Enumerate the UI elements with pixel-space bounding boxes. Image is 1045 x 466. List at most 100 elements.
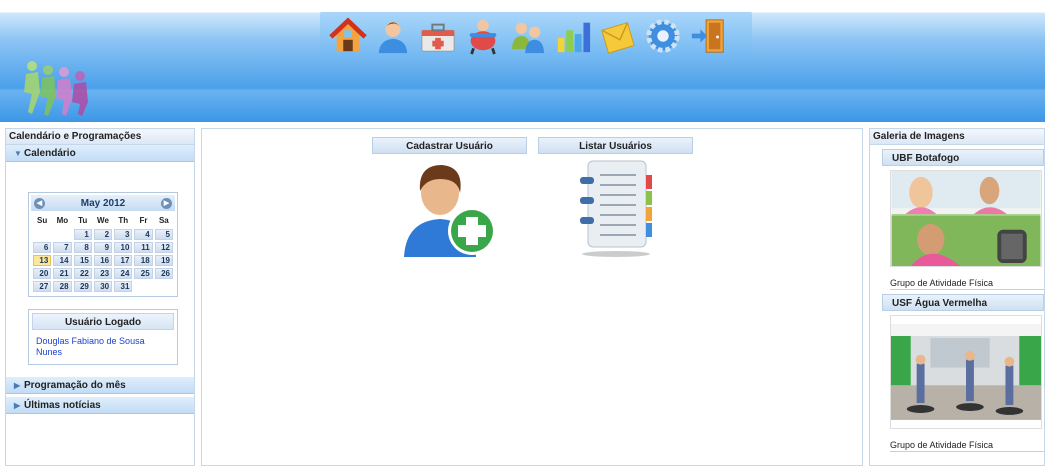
programacao-accordion-header[interactable]: ▶ Programação do mês: [6, 377, 194, 394]
calendar-day[interactable]: 25: [134, 268, 153, 279]
register-user-action: Cadastrar Usuário: [372, 137, 527, 259]
list-users-action: Listar Usuários: [538, 137, 693, 259]
user-icon[interactable]: [373, 16, 413, 56]
next-month-icon[interactable]: ▶: [160, 197, 172, 209]
activity-icon[interactable]: [463, 16, 503, 56]
header-banner: [0, 0, 1045, 122]
calendar-day[interactable]: 10: [114, 242, 133, 253]
calendar-day[interactable]: 26: [154, 268, 173, 279]
calendar-day[interactable]: 16: [93, 255, 113, 266]
calendar-grid: Su Mo Tu We Th Fr Sa 1 2 3 4 5 6 7 8 9 10 11 12 13 14 15 16 17…: [31, 212, 175, 294]
gallery-heading: USF Água Vermelha: [882, 294, 1044, 311]
weekday-label: Th: [118, 216, 129, 225]
calendar-day[interactable]: 14: [53, 255, 72, 266]
calendar-day[interactable]: 1: [73, 229, 92, 240]
calendar-day[interactable]: 15: [73, 255, 92, 266]
calendar-week-row: 20 21 22 23 24 25 26: [33, 268, 173, 279]
prev-month-icon[interactable]: ◀: [34, 197, 45, 209]
address-book-icon[interactable]: [566, 157, 666, 259]
calendar-day[interactable]: 9: [93, 242, 113, 253]
calendar-day[interactable]: 29: [73, 281, 92, 292]
logged-user-title: Usuário Logado: [32, 313, 174, 330]
calendar-day[interactable]: 3: [114, 229, 133, 240]
calendar-day[interactable]: 4: [134, 229, 153, 240]
calendar-day[interactable]: 30: [93, 281, 113, 292]
main-toolbar: [320, 12, 752, 60]
weekday-label: Sa: [158, 216, 169, 225]
noticias-label: Últimas notícias: [24, 400, 101, 411]
triangle-down-icon: ▼: [14, 149, 22, 158]
header-band: [0, 90, 1045, 122]
main-content: Cadastrar Usuário Listar Usuários: [201, 128, 863, 466]
calendar-empty-cell: [33, 229, 51, 240]
calendar-days: 1 2 3 4 5 6 7 8 9 10 11 12 13 14 15 16 17 18 19 20 21 22 23 24 2…: [33, 229, 173, 292]
calendar-day[interactable]: 18: [134, 255, 153, 266]
calendar-week-row: 13 14 15 16 17 18 19: [33, 255, 173, 266]
calendar-panel-title: Calendário e Programações: [6, 129, 194, 145]
triangle-right-icon: ▶: [14, 401, 21, 410]
gallery-caption: Grupo de Atividade Física: [890, 440, 1044, 452]
calendar-day[interactable]: 22: [73, 268, 92, 279]
app-page: Calendário e Programações ▼ Calendário ◀ …: [0, 0, 1045, 466]
calendar-day[interactable]: 20: [33, 268, 52, 279]
calendar-day[interactable]: 19: [154, 255, 173, 266]
calendar-day-today[interactable]: 13: [33, 255, 52, 266]
gallery-panel-title: Galeria de Imagens: [870, 129, 1044, 145]
calendar-empty-cell: [53, 229, 71, 240]
calendar-day[interactable]: 27: [33, 281, 52, 292]
calendar-day[interactable]: 2: [93, 229, 113, 240]
weekday-label: We: [97, 216, 109, 225]
noticias-section: ▶ Últimas notícias: [6, 397, 194, 414]
calendar-panel: Calendário e Programações ▼ Calendário ◀ …: [5, 128, 195, 466]
list-users-title: Listar Usuários: [538, 137, 693, 154]
calendar-day[interactable]: 24: [114, 268, 133, 279]
weekday-label: Su: [37, 216, 48, 225]
programacao-label: Programação do mês: [24, 380, 126, 391]
programacao-section: ▶ Programação do mês: [6, 377, 194, 394]
logout-icon[interactable]: [688, 16, 728, 56]
weekday-label: Tu: [78, 216, 88, 225]
calendar-week-row: 6 7 8 9 10 11 12: [33, 242, 173, 253]
calendar-day[interactable]: 8: [73, 242, 92, 253]
calendar-day[interactable]: 17: [114, 255, 133, 266]
health-kit-icon[interactable]: [418, 16, 458, 56]
calendar-day[interactable]: 11: [134, 242, 153, 253]
calendar-day[interactable]: 28: [53, 281, 72, 292]
calendar-week-row: 12345: [33, 229, 173, 240]
gallery-caption: Grupo de Atividade Física: [890, 278, 1044, 290]
calendar-empty-cell: [155, 281, 173, 292]
date-picker: ◀ May 2012 ▶ Su Mo Tu We Th Fr Sa 1 2 3 4 5 6 7 8 9 10 1…: [28, 192, 178, 297]
calendar-day[interactable]: 21: [53, 268, 72, 279]
weekday-row: Su Mo Tu We Th Fr Sa: [33, 214, 173, 227]
calendar-day[interactable]: 12: [154, 242, 173, 253]
calendar-empty-cell: [134, 281, 152, 292]
runners-logo-icon: [24, 61, 88, 116]
logged-user-name-link[interactable]: Douglas Fabiano de Sousa Nunes: [32, 330, 174, 361]
gallery-panel: Galeria de Imagens UBF Botafogo Grupo de…: [869, 128, 1045, 466]
gallery-photo[interactable]: [890, 315, 1042, 429]
calendar-heading: Calendário: [24, 148, 76, 159]
month-label: May 2012: [80, 197, 126, 209]
register-user-title: Cadastrar Usuário: [372, 137, 527, 154]
add-user-icon[interactable]: [400, 157, 500, 259]
calendar-day[interactable]: 31: [114, 281, 133, 292]
calendar-day[interactable]: 23: [93, 268, 113, 279]
logged-user-box: Usuário Logado Douglas Fabiano de Sousa …: [28, 309, 178, 365]
triangle-right-icon: ▶: [14, 381, 21, 390]
calendar-accordion-header[interactable]: ▼ Calendário: [6, 145, 194, 162]
calendar-week-row: 27 28 29 30 31: [33, 281, 173, 292]
reports-chart-icon[interactable]: [553, 16, 593, 56]
calendar-day[interactable]: 6: [33, 242, 52, 253]
messages-icon[interactable]: [598, 16, 638, 56]
weekday-label: Fr: [139, 216, 148, 225]
home-icon[interactable]: [328, 16, 368, 56]
calendar-header: ◀ May 2012 ▶: [31, 195, 175, 211]
gallery-photo[interactable]: [890, 170, 1042, 267]
noticias-accordion-header[interactable]: ▶ Últimas notícias: [6, 397, 194, 414]
group-icon[interactable]: [508, 16, 548, 56]
settings-icon[interactable]: [643, 16, 683, 56]
weekday-label: Mo: [56, 216, 69, 225]
gallery-heading: UBF Botafogo: [882, 149, 1044, 166]
calendar-day[interactable]: 7: [53, 242, 72, 253]
calendar-day[interactable]: 5: [154, 229, 173, 240]
